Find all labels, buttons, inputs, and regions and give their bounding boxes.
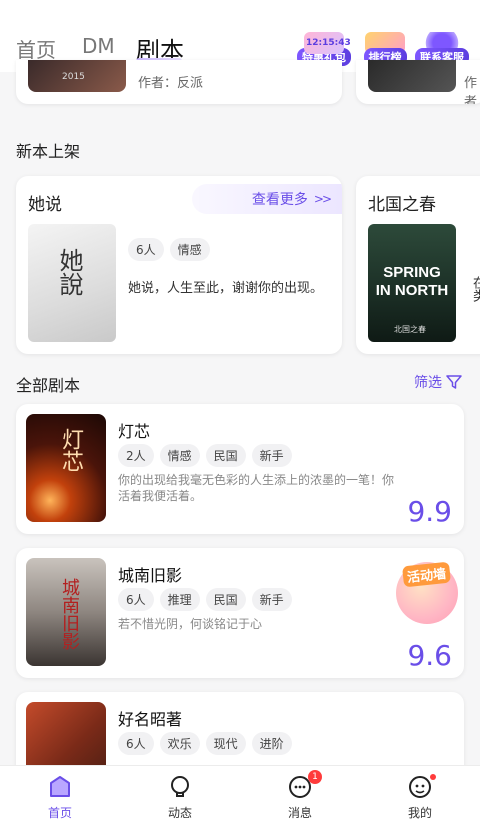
script-description: 她说，人生至此，谢谢你的出现。 [128, 281, 324, 296]
script-title: 城南旧影 [118, 566, 183, 585]
script-cover: 2015 [28, 60, 126, 92]
script-score: 9.6 [407, 639, 452, 672]
tag: 民国 [205, 588, 246, 611]
script-cover: SPRING IN NORTH 北国之春 [368, 224, 456, 342]
tag: 新手 [251, 444, 292, 467]
tag-list: 2人 情感 民国 新手 [118, 444, 298, 467]
tag: 现代 [205, 732, 246, 755]
tag: 民国 [205, 444, 246, 467]
tag: 6人 [118, 588, 154, 611]
filter-icon [446, 375, 462, 389]
script-list-item[interactable]: 城南旧影 城南旧影 6人 推理 民国 新手 若不惜光阴，何谈铭记于心 活动墙 9.6 [16, 548, 464, 678]
author-text: 作者 [464, 76, 478, 104]
script-title: 灯芯 [118, 422, 151, 441]
tag-list: 6人 欢乐 现代 进阶 [118, 732, 298, 755]
tag: 推理 [159, 588, 200, 611]
home-icon [50, 776, 70, 797]
script-score: 9.9 [407, 495, 452, 528]
event-wall-badge[interactable]: 活动墙 [396, 561, 458, 624]
tag: 2人 [118, 444, 154, 467]
script-title: 北国之春 [368, 195, 436, 215]
view-more-button[interactable]: 查看更多 >> [192, 184, 342, 214]
script-cover: 城南旧影 [26, 558, 106, 666]
tag-list: 6人 推理 民国 新手 [118, 588, 298, 611]
section-title-all: 全部剧本 [16, 376, 81, 395]
section-title-new: 新本上架 [16, 142, 81, 161]
tag: 情感 [159, 444, 200, 467]
new-release-card[interactable]: 北国之春 SPRING IN NORTH 北国之春 在类 [356, 176, 480, 354]
nav-profile[interactable]: 我的 [380, 774, 460, 821]
script-cover [368, 60, 456, 92]
unread-count-badge: 1 [308, 770, 322, 784]
tab-dm[interactable]: DM [82, 34, 115, 58]
tag: 欢乐 [159, 732, 200, 755]
script-description: 你的出现给我毫无色彩的人生添上的浓墨的一笔！你活着我便活着。 [118, 473, 395, 503]
script-cover: 灯芯 [26, 414, 106, 522]
tab-home[interactable]: 首页 [16, 34, 56, 63]
tag: 6人 [118, 732, 154, 755]
bottom-navigation: 首页 动态 1 消息 我的 [0, 765, 480, 834]
lightbulb-icon [171, 776, 189, 797]
new-release-card[interactable]: 她说 查看更多 >> 她說 6人 情感 她说，人生至此，谢谢你的出现。 [16, 176, 342, 354]
nav-feed[interactable]: 动态 [140, 774, 220, 821]
script-description: 在类 [470, 276, 480, 302]
script-description: 若不惜光阴，何谈铭记于心 [118, 617, 263, 631]
script-list-item[interactable]: 灯芯 灯芯 2人 情感 民国 新手 你的出现给我毫无色彩的人生添上的浓墨的一笔！你活着… [16, 404, 464, 534]
filter-button[interactable]: 筛选 [414, 372, 462, 392]
script-cover: 她說 [28, 224, 116, 342]
nav-home[interactable]: 首页 [20, 774, 100, 821]
nav-messages[interactable]: 1 消息 [260, 770, 340, 821]
partial-script-card[interactable]: 作者 [356, 60, 480, 104]
partial-script-card[interactable]: 2015 作者：反派 [16, 60, 342, 104]
notification-dot [430, 774, 436, 780]
double-chevron-icon: >> [313, 192, 332, 206]
tag: 6人 [128, 238, 164, 261]
author-text: 作者：反派 [138, 76, 204, 91]
tag: 新手 [251, 588, 292, 611]
tag: 情感 [169, 238, 210, 261]
script-title: 她说 [28, 195, 62, 215]
tag-list: 6人 情感 [128, 238, 216, 261]
gift-icon: 12:15:43 [304, 32, 351, 54]
profile-face-icon [409, 776, 431, 798]
tag: 进阶 [251, 732, 292, 755]
script-title: 好名昭著 [118, 710, 183, 729]
